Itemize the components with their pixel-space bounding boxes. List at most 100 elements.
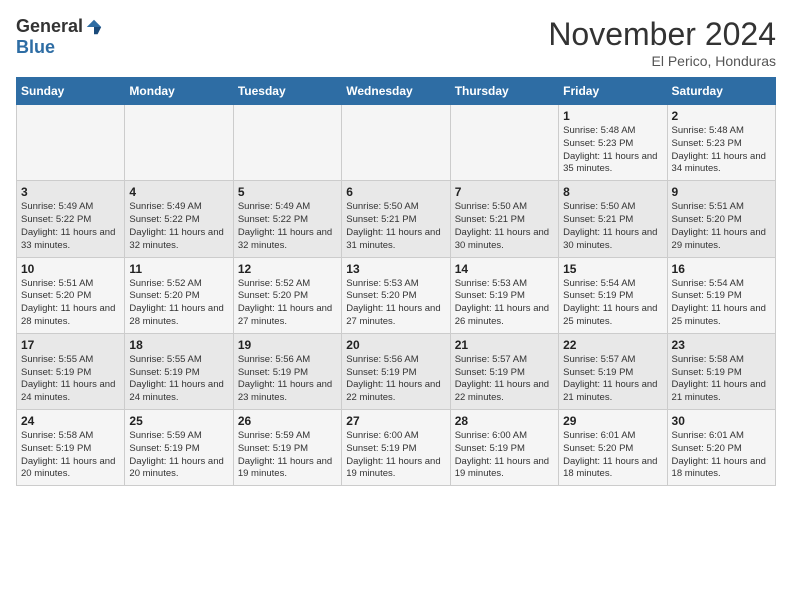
calendar-cell: 9 Sunrise: 5:51 AM Sunset: 5:20 PM Daylig… — [667, 181, 775, 257]
header-day-thursday: Thursday — [450, 78, 558, 105]
day-number: 16 — [672, 262, 771, 276]
calendar-cell: 6 Sunrise: 5:50 AM Sunset: 5:21 PM Daylig… — [342, 181, 450, 257]
calendar-header: SundayMondayTuesdayWednesdayThursdayFrid… — [17, 78, 776, 105]
calendar-cell — [342, 105, 450, 181]
day-number: 22 — [563, 338, 662, 352]
logo-icon — [85, 18, 103, 36]
calendar-cell: 1 Sunrise: 5:48 AM Sunset: 5:23 PM Daylig… — [559, 105, 667, 181]
day-number: 30 — [672, 414, 771, 428]
day-info: Sunrise: 5:57 AM Sunset: 5:19 PM Dayligh… — [563, 354, 662, 405]
day-info: Sunrise: 5:49 AM Sunset: 5:22 PM Dayligh… — [238, 201, 337, 252]
day-info: Sunrise: 6:01 AM Sunset: 5:20 PM Dayligh… — [672, 430, 771, 481]
calendar-cell: 4Sunrise: 5:49 AM Sunset: 5:22 PM Daylig… — [125, 181, 233, 257]
calendar-cell: 25 Sunrise: 5:59 AM Sunset: 5:19 PM Dayli… — [125, 410, 233, 486]
day-number: 26 — [238, 414, 337, 428]
day-number: 19 — [238, 338, 337, 352]
calendar-cell: 17 Sunrise: 5:55 AM Sunset: 5:19 PM Dayli… — [17, 333, 125, 409]
day-number: 17 — [21, 338, 120, 352]
calendar-cell: 22 Sunrise: 5:57 AM Sunset: 5:19 PM Dayli… — [559, 333, 667, 409]
calendar-week-5: 24 Sunrise: 5:58 AM Sunset: 5:19 PM Dayli… — [17, 410, 776, 486]
day-info: Sunrise: 5:54 AM Sunset: 5:19 PM Dayligh… — [563, 278, 662, 329]
calendar-cell: 13 Sunrise: 5:53 AM Sunset: 5:20 PM Dayli… — [342, 257, 450, 333]
calendar-cell: 3 Sunrise: 5:49 AM Sunset: 5:22 PM Daylig… — [17, 181, 125, 257]
day-info: Sunrise: 5:48 AM Sunset: 5:23 PM Dayligh… — [563, 125, 662, 176]
calendar-week-4: 17 Sunrise: 5:55 AM Sunset: 5:19 PM Dayli… — [17, 333, 776, 409]
day-number: 3 — [21, 185, 120, 199]
day-info: Sunrise: 5:57 AM Sunset: 5:19 PM Dayligh… — [455, 354, 554, 405]
day-number: 20 — [346, 338, 445, 352]
calendar-cell: 15Sunrise: 5:54 AM Sunset: 5:19 PM Dayli… — [559, 257, 667, 333]
calendar-cell: 23 Sunrise: 5:58 AM Sunset: 5:19 PM Dayli… — [667, 333, 775, 409]
day-number: 27 — [346, 414, 445, 428]
day-number: 25 — [129, 414, 228, 428]
day-info: Sunrise: 5:50 AM Sunset: 5:21 PM Dayligh… — [563, 201, 662, 252]
day-number: 9 — [672, 185, 771, 199]
calendar-body: 1 Sunrise: 5:48 AM Sunset: 5:23 PM Daylig… — [17, 105, 776, 486]
day-number: 8 — [563, 185, 662, 199]
day-info: Sunrise: 5:52 AM Sunset: 5:20 PM Dayligh… — [238, 278, 337, 329]
day-number: 24 — [21, 414, 120, 428]
day-number: 11 — [129, 262, 228, 276]
day-info: Sunrise: 5:55 AM Sunset: 5:19 PM Dayligh… — [21, 354, 120, 405]
day-info: Sunrise: 5:50 AM Sunset: 5:21 PM Dayligh… — [455, 201, 554, 252]
calendar-cell: 11 Sunrise: 5:52 AM Sunset: 5:20 PM Dayli… — [125, 257, 233, 333]
calendar-cell: 18Sunrise: 5:55 AM Sunset: 5:19 PM Dayli… — [125, 333, 233, 409]
calendar-week-1: 1 Sunrise: 5:48 AM Sunset: 5:23 PM Daylig… — [17, 105, 776, 181]
day-number: 5 — [238, 185, 337, 199]
calendar-cell: 24 Sunrise: 5:58 AM Sunset: 5:19 PM Dayli… — [17, 410, 125, 486]
day-number: 6 — [346, 185, 445, 199]
day-number: 28 — [455, 414, 554, 428]
day-info: Sunrise: 5:56 AM Sunset: 5:19 PM Dayligh… — [238, 354, 337, 405]
calendar-cell: 7 Sunrise: 5:50 AM Sunset: 5:21 PM Daylig… — [450, 181, 558, 257]
day-info: Sunrise: 5:51 AM Sunset: 5:20 PM Dayligh… — [672, 201, 771, 252]
day-number: 2 — [672, 109, 771, 123]
day-info: Sunrise: 5:53 AM Sunset: 5:20 PM Dayligh… — [346, 278, 445, 329]
calendar-cell — [450, 105, 558, 181]
calendar-cell: 12Sunrise: 5:52 AM Sunset: 5:20 PM Dayli… — [233, 257, 341, 333]
header-day-tuesday: Tuesday — [233, 78, 341, 105]
day-number: 18 — [129, 338, 228, 352]
title-block: November 2024 El Perico, Honduras — [548, 16, 776, 69]
day-number: 1 — [563, 109, 662, 123]
day-number: 23 — [672, 338, 771, 352]
header-day-wednesday: Wednesday — [342, 78, 450, 105]
calendar-cell: 19 Sunrise: 5:56 AM Sunset: 5:19 PM Dayli… — [233, 333, 341, 409]
day-info: Sunrise: 5:58 AM Sunset: 5:19 PM Dayligh… — [672, 354, 771, 405]
calendar-cell: 14 Sunrise: 5:53 AM Sunset: 5:19 PM Dayli… — [450, 257, 558, 333]
calendar-cell: 30 Sunrise: 6:01 AM Sunset: 5:20 PM Dayli… — [667, 410, 775, 486]
calendar-table: SundayMondayTuesdayWednesdayThursdayFrid… — [16, 77, 776, 486]
calendar-week-2: 3 Sunrise: 5:49 AM Sunset: 5:22 PM Daylig… — [17, 181, 776, 257]
day-number: 14 — [455, 262, 554, 276]
logo-general-text: General — [16, 16, 83, 37]
header-day-friday: Friday — [559, 78, 667, 105]
header-day-monday: Monday — [125, 78, 233, 105]
day-info: Sunrise: 5:52 AM Sunset: 5:20 PM Dayligh… — [129, 278, 228, 329]
day-number: 10 — [21, 262, 120, 276]
location-subtitle: El Perico, Honduras — [548, 53, 776, 69]
day-info: Sunrise: 5:49 AM Sunset: 5:22 PM Dayligh… — [21, 201, 120, 252]
calendar-cell — [233, 105, 341, 181]
day-info: Sunrise: 5:53 AM Sunset: 5:19 PM Dayligh… — [455, 278, 554, 329]
calendar-cell — [17, 105, 125, 181]
day-info: Sunrise: 5:48 AM Sunset: 5:23 PM Dayligh… — [672, 125, 771, 176]
day-info: Sunrise: 5:54 AM Sunset: 5:19 PM Dayligh… — [672, 278, 771, 329]
day-info: Sunrise: 6:01 AM Sunset: 5:20 PM Dayligh… — [563, 430, 662, 481]
logo: General Blue — [16, 16, 103, 58]
day-info: Sunrise: 5:59 AM Sunset: 5:19 PM Dayligh… — [129, 430, 228, 481]
calendar-cell: 26Sunrise: 5:59 AM Sunset: 5:19 PM Dayli… — [233, 410, 341, 486]
calendar-cell: 10Sunrise: 5:51 AM Sunset: 5:20 PM Dayli… — [17, 257, 125, 333]
day-info: Sunrise: 5:58 AM Sunset: 5:19 PM Dayligh… — [21, 430, 120, 481]
calendar-cell — [125, 105, 233, 181]
month-title: November 2024 — [548, 16, 776, 53]
day-number: 7 — [455, 185, 554, 199]
day-info: Sunrise: 6:00 AM Sunset: 5:19 PM Dayligh… — [455, 430, 554, 481]
day-info: Sunrise: 5:50 AM Sunset: 5:21 PM Dayligh… — [346, 201, 445, 252]
calendar-cell: 5 Sunrise: 5:49 AM Sunset: 5:22 PM Daylig… — [233, 181, 341, 257]
day-info: Sunrise: 5:49 AM Sunset: 5:22 PM Dayligh… — [129, 201, 228, 252]
day-number: 13 — [346, 262, 445, 276]
day-number: 21 — [455, 338, 554, 352]
calendar-cell: 16 Sunrise: 5:54 AM Sunset: 5:19 PM Dayli… — [667, 257, 775, 333]
calendar-cell: 21 Sunrise: 5:57 AM Sunset: 5:19 PM Dayli… — [450, 333, 558, 409]
calendar-cell: 27Sunrise: 6:00 AM Sunset: 5:19 PM Dayli… — [342, 410, 450, 486]
calendar-cell: 28 Sunrise: 6:00 AM Sunset: 5:19 PM Dayli… — [450, 410, 558, 486]
